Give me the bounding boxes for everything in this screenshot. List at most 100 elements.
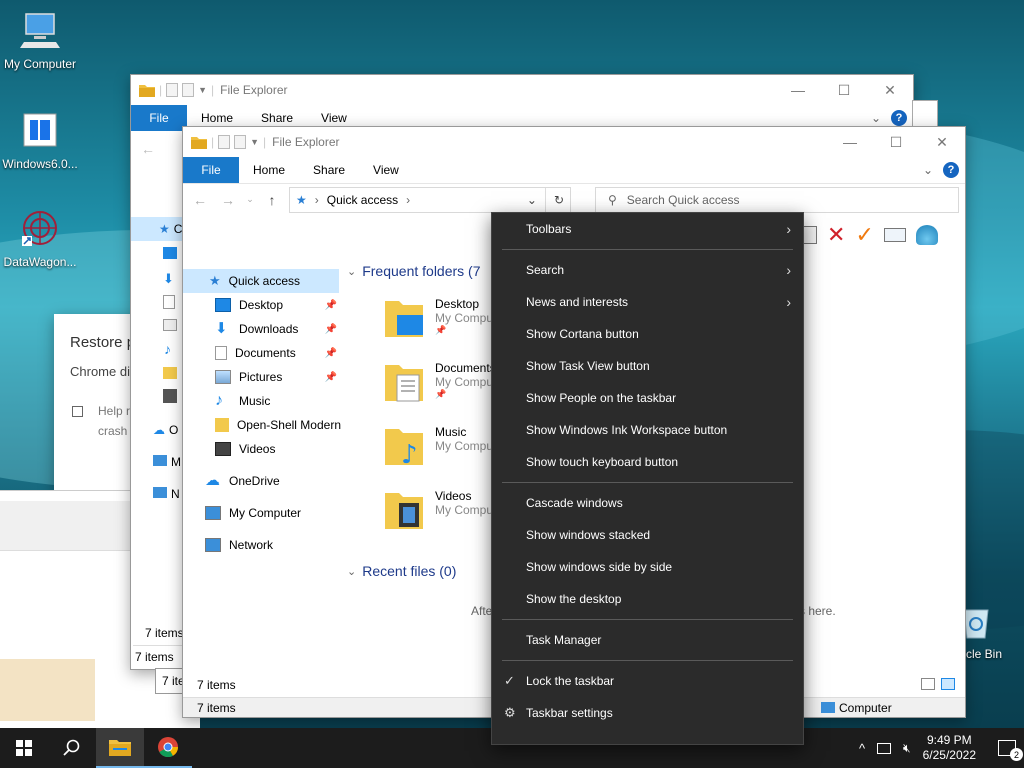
desktop-icon-datawagon[interactable]: DataWagon... [0,208,80,269]
navigation-pane: ★ Quick access Desktop 📌 ⬇ Downloads 📌 Doc… [183,269,341,557]
menu-item-show-ink-workspace[interactable]: Show Windows Ink Workspace button [492,414,803,446]
sidebar-item-onedrive[interactable]: ☁ OneDrive [183,469,341,493]
dialog-checkbox[interactable] [72,406,83,417]
volume-muted-icon[interactable]: 🔇︎ [903,741,911,756]
delete-icon[interactable]: ✕ [827,224,845,246]
sidebar-item-onedrive[interactable]: ☁ O [153,423,178,437]
new-folder-icon[interactable] [234,135,247,149]
taskbar-chrome[interactable] [144,728,192,768]
folder-tile[interactable]: ♪ Music My Comput [383,425,496,469]
maximize-button[interactable]: ☐ [821,75,867,105]
menu-item-windows-stacked[interactable]: Show windows stacked [492,519,803,551]
address-bar[interactable]: ★ › Quick access › ⌄ ↻ [289,186,571,213]
sidebar-item-open-shell[interactable]: Open-Shell Modern [183,413,341,437]
desktop-icon [215,298,231,312]
close-button[interactable]: ✕ [919,127,965,157]
sidebar-item-quick-access[interactable]: ★ Quick access [183,269,339,293]
title-bar[interactable]: | ▼ | File Explorer — ☐ ✕ [131,75,913,105]
sidebar-item-network[interactable]: Network [183,533,341,557]
frequent-folders-header[interactable]: ⌄ Frequent folders (7 [347,263,481,279]
sidebar-item-documents[interactable]: Documents 📌 [183,341,341,365]
properties-icon[interactable] [218,135,231,149]
network-icon[interactable] [877,742,892,754]
sidebar-item-desktop[interactable]: Desktop 📌 [183,293,341,317]
tab-share[interactable]: Share [299,157,359,183]
folder-tile[interactable]: Desktop My Comput 📌 [383,297,496,341]
menu-item-windows-side-by-side[interactable]: Show windows side by side [492,551,803,583]
quick-access-toolbar[interactable]: | ▼ | [191,135,266,149]
menu-separator [502,482,793,483]
menu-item-lock-taskbar[interactable]: ✓ Lock the taskbar [492,665,803,697]
pin-icon[interactable]: 📌 [325,324,341,335]
handwriting-image [0,659,95,721]
taskbar-file-explorer[interactable] [96,728,144,768]
sidebar-item-pictures[interactable]: Pictures 📌 [183,365,341,389]
back-arrow-icon[interactable]: ← [141,141,155,157]
tab-view[interactable]: View [359,157,413,183]
quick-access-toolbar[interactable]: | ▼ | [139,83,214,97]
menu-item-show-cortana[interactable]: Show Cortana button [492,318,803,350]
menu-item-show-touch-keyboard[interactable]: Show touch keyboard button [492,446,803,478]
menu-item-cascade-windows[interactable]: Cascade windows [492,487,803,519]
chevron-up-icon[interactable]: ^ [859,741,865,756]
search-button[interactable] [48,728,96,768]
menu-item-search[interactable]: Search › [492,254,803,286]
forward-arrow-icon[interactable]: → [217,192,239,208]
sidebar-item-network[interactable]: N [153,487,180,501]
menu-item-toolbars[interactable]: Toolbars › [492,213,803,245]
pin-icon[interactable]: 📌 [325,348,341,359]
help-icon[interactable]: ? [891,110,907,126]
menu-item-task-manager[interactable]: Task Manager [492,624,803,656]
tab-home[interactable]: Home [239,157,299,183]
new-folder-icon[interactable] [182,83,195,97]
close-button[interactable]: ✕ [867,75,913,105]
minimize-button[interactable]: — [775,75,821,105]
computer-icon [153,455,167,466]
window-title: File Explorer [220,83,288,97]
help-icon[interactable]: ? [943,162,959,178]
sidebar-item-my-computer[interactable]: My Computer [183,501,341,525]
refresh-icon[interactable]: ↻ [554,193,564,207]
pin-icon[interactable]: 📌 [325,300,341,311]
menu-item-taskbar-settings[interactable]: ⚙ Taskbar settings [492,697,803,729]
sidebar-item-my-computer[interactable]: M [153,455,181,469]
menu-item-show-task-view[interactable]: Show Task View button [492,350,803,382]
chevron-down-icon[interactable]: ⌄ [923,163,933,177]
desktop-icon-my-computer[interactable]: My Computer [0,10,80,71]
tab-file[interactable]: File [131,105,187,131]
minimize-button[interactable]: — [827,127,873,157]
details-view-icon[interactable] [921,678,935,690]
sidebar-item-quick-access[interactable]: ★ C [131,217,183,241]
up-arrow-icon[interactable]: ↑ [261,192,283,208]
sidebar-item-videos[interactable]: Videos [183,437,341,461]
maximize-button[interactable]: ☐ [873,127,919,157]
chevron-down-icon[interactable]: ⌄ [527,193,537,207]
title-bar[interactable]: | ▼ | File Explorer — ☐ ✕ [183,127,965,157]
pin-icon[interactable]: 📌 [325,372,341,383]
folder-tile[interactable]: Videos My Comput [383,489,496,533]
notifications-icon[interactable]: 2 [998,740,1023,761]
folder-tile[interactable]: Documents My Comput 📌 [383,361,496,405]
sidebar-item-downloads[interactable]: ⬇ Downloads 📌 [183,317,341,341]
recent-locations-icon[interactable]: ⌄ [245,194,255,205]
checkmark-icon[interactable]: ✓ [855,224,873,246]
start-button[interactable] [0,728,48,768]
shell-icon[interactable] [915,225,938,245]
clock[interactable]: 9:49 PM 6/25/2022 [923,733,976,763]
sidebar-item-music[interactable]: ♪ Music [183,389,341,413]
menu-item-news-and-interests[interactable]: News and interests › [492,286,803,318]
back-arrow-icon[interactable]: ← [189,192,211,208]
tab-file[interactable]: File [183,157,239,183]
search-box[interactable]: ⚲ Search Quick access [595,186,959,213]
rename-icon[interactable] [883,228,906,242]
chevron-down-icon[interactable]: ⌄ [871,111,881,125]
documents-folder-icon [385,365,423,402]
navigation-bar: ← → ⌄ ↑ ★ › Quick access › ⌄ ↻ ⚲ Search … [183,183,965,215]
menu-item-show-desktop[interactable]: Show the desktop [492,583,803,615]
desktop-icon-installer[interactable]: Windows6.0... [0,110,80,171]
menu-item-show-people[interactable]: Show People on the taskbar [492,382,803,414]
properties-icon[interactable] [166,83,179,97]
clipboard-icon[interactable] [803,226,817,244]
large-icons-view-icon[interactable] [941,678,955,690]
recent-files-header[interactable]: ⌄ Recent files (0) [347,563,456,579]
